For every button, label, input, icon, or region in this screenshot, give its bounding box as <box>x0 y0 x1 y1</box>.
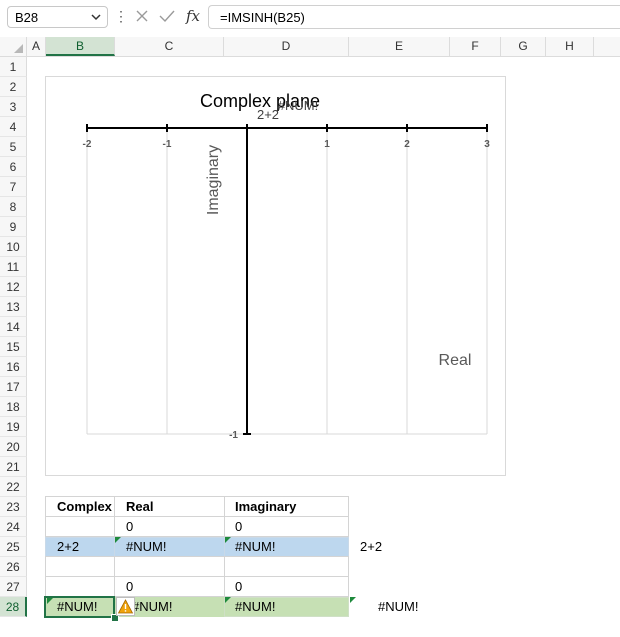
table-cell-d27[interactable] <box>224 576 349 597</box>
cell-e25-value[interactable]: 2+2 <box>360 537 382 557</box>
row-header-12[interactable]: 12 <box>0 277 27 297</box>
cell-d25-value: #NUM! <box>235 539 276 554</box>
row-header-18[interactable]: 18 <box>0 397 27 417</box>
table-cell-d26[interactable] <box>224 556 349 577</box>
row-header-19[interactable]: 19 <box>0 417 27 437</box>
x-tick-label: 3 <box>484 139 490 150</box>
more-options-icon[interactable]: ⋮ <box>114 7 128 25</box>
row-header-28[interactable]: 28 <box>0 597 27 617</box>
row-header-11[interactable]: 11 <box>0 257 27 277</box>
error-indicator <box>225 537 231 543</box>
formula-bar: B28 ⋮ fx =IMSINH(B25) <box>0 0 620 36</box>
close-icon[interactable] <box>134 8 150 24</box>
name-box-value: B28 <box>15 10 39 25</box>
column-header-g[interactable]: G <box>501 37 546 56</box>
row-header-1[interactable]: 1 <box>0 57 27 77</box>
table-cell-b24[interactable] <box>45 516 115 537</box>
x-tick-label: -1 <box>163 139 172 150</box>
formula-text: =IMSINH(B25) <box>220 10 305 25</box>
table-cell-b25[interactable] <box>45 537 115 557</box>
row-header-17[interactable]: 17 <box>0 377 27 397</box>
column-header-f[interactable]: F <box>450 37 501 56</box>
chart-gridlines <box>86 128 488 435</box>
cell-c27-value: 0 <box>126 579 134 594</box>
cell-c28-value: #NUM! <box>132 599 173 614</box>
cell-b28-value: #NUM! <box>57 599 98 614</box>
chart-plot: -2 -1 1 2 3 -1 Complex plane #NUM! 2+2 Imagi… <box>83 91 491 441</box>
row-header-7[interactable]: 7 <box>0 177 27 197</box>
row-header-13[interactable]: 13 <box>0 297 27 317</box>
x-tick-label: -2 <box>83 139 92 150</box>
checkmark-icon[interactable] <box>158 8 176 24</box>
cell-e28-value[interactable]: #NUM! <box>378 597 418 617</box>
row-header-15[interactable]: 15 <box>0 337 27 357</box>
header-complex: Complex <box>57 499 112 514</box>
error-indicator <box>225 597 231 603</box>
data-label-value: #NUM! <box>278 98 318 113</box>
chevron-down-icon[interactable] <box>90 11 102 23</box>
row-header-4[interactable]: 4 <box>0 117 27 137</box>
row-header-23[interactable]: 23 <box>0 497 27 517</box>
row-header-9[interactable]: 9 <box>0 217 27 237</box>
row-header-2[interactable]: 2 <box>0 77 27 97</box>
y-tick-label: -1 <box>229 430 238 441</box>
x-axis-title: Real <box>439 352 472 369</box>
x-tick-labels: -2 -1 1 2 3 <box>83 139 491 150</box>
row-header-5[interactable]: 5 <box>0 137 27 157</box>
table-cell-c26[interactable] <box>114 556 225 577</box>
cell-d27-value: 0 <box>235 579 243 594</box>
row-header-26[interactable]: 26 <box>0 557 27 577</box>
x-tick-label: 2 <box>404 139 410 150</box>
row-header-27[interactable]: 27 <box>0 577 27 597</box>
name-box[interactable]: B28 <box>7 6 108 28</box>
row-header-10[interactable]: 10 <box>0 237 27 257</box>
error-indicator <box>115 537 121 543</box>
cell-d28-value: #NUM! <box>235 599 276 614</box>
table-cell-b26[interactable] <box>45 556 115 577</box>
insert-function-button[interactable]: fx <box>183 5 203 27</box>
warning-icon <box>117 599 134 614</box>
row-header-3[interactable]: 3 <box>0 97 27 117</box>
cell-c24-value: 0 <box>126 519 134 534</box>
column-header-b[interactable]: B <box>46 37 115 56</box>
x-tick-label: 1 <box>324 139 330 150</box>
data-label-name: 2+2 <box>257 107 279 122</box>
column-header-a[interactable]: A <box>27 37 46 56</box>
column-header-row: A B C D E F G H <box>0 37 620 57</box>
row-header-22[interactable]: 22 <box>0 477 27 497</box>
error-indicator <box>350 597 356 603</box>
row-header-8[interactable]: 8 <box>0 197 27 217</box>
column-header-e[interactable]: E <box>349 37 450 56</box>
row-header-24[interactable]: 24 <box>0 517 27 537</box>
row-header-21[interactable]: 21 <box>0 457 27 477</box>
row-header-6[interactable]: 6 <box>0 157 27 177</box>
select-all-button[interactable] <box>0 37 27 56</box>
table-cell-d24[interactable] <box>224 516 349 537</box>
error-smart-tag[interactable] <box>116 597 135 616</box>
column-header-d[interactable]: D <box>224 37 349 56</box>
cell-b25-value: 2+2 <box>57 539 80 554</box>
formula-input[interactable]: =IMSINH(B25) <box>208 5 620 29</box>
cell-d24-value: 0 <box>235 519 243 534</box>
row-header-25[interactable]: 25 <box>0 537 27 557</box>
column-header-h[interactable]: H <box>546 37 594 56</box>
complex-plane-chart[interactable]: -2 -1 1 2 3 -1 Complex plane #NUM! 2+2 Imagi… <box>45 76 506 476</box>
row-header-20[interactable]: 20 <box>0 437 27 457</box>
column-header-c[interactable]: C <box>115 37 224 56</box>
header-real: Real <box>126 499 154 514</box>
cell-c25-value: #NUM! <box>126 539 167 554</box>
row-header-14[interactable]: 14 <box>0 317 27 337</box>
y-axis-title: Imaginary <box>205 145 222 215</box>
row-header-16[interactable]: 16 <box>0 357 27 377</box>
table-cell-b27[interactable] <box>45 576 115 597</box>
header-imaginary: Imaginary <box>235 499 297 514</box>
